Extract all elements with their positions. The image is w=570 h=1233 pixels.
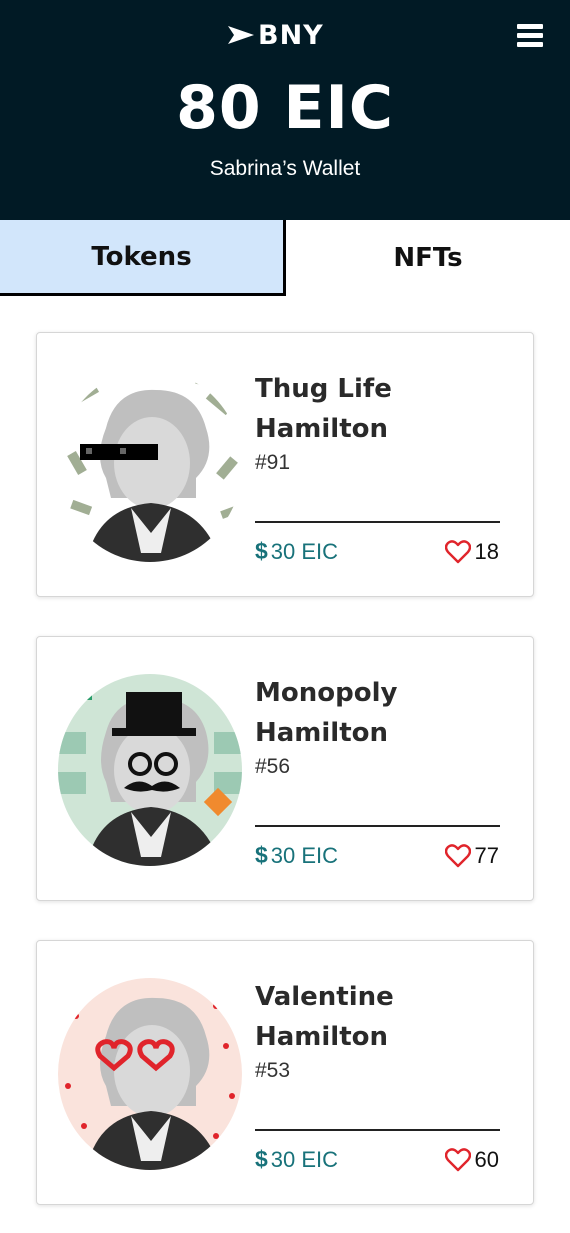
price-value: 30 EIC bbox=[270, 1146, 339, 1172]
nft-name-line2: Hamilton bbox=[255, 718, 389, 748]
nft-id: #53 bbox=[255, 1059, 291, 1082]
dollar-icon: $ bbox=[255, 538, 268, 564]
nft-card[interactable]: Valentine Hamilton #53 $ 30 EIC 60 bbox=[36, 940, 534, 1205]
price-value: 30 EIC bbox=[270, 538, 339, 564]
like-count: 18 bbox=[474, 539, 499, 564]
heart-icon bbox=[444, 844, 471, 868]
nft-id: #56 bbox=[255, 755, 291, 778]
dollar-icon: $ bbox=[255, 1146, 268, 1172]
tab-bar: Tokens NFTs bbox=[0, 220, 570, 296]
wallet-balance: 80 EIC bbox=[176, 73, 394, 143]
nft-thumbnail-thug-life bbox=[58, 370, 242, 562]
nft-id: #91 bbox=[255, 451, 291, 474]
hamburger-menu-icon[interactable] bbox=[517, 24, 545, 52]
like-count: 77 bbox=[474, 843, 499, 868]
like-count: 60 bbox=[474, 1147, 499, 1172]
nft-name-line1: Valentine bbox=[255, 982, 394, 1012]
wallet-name: Sabrina’s Wallet bbox=[209, 157, 361, 180]
app-header: BNY 80 EIC Sabrina’s Wallet bbox=[0, 0, 570, 220]
nft-price: $ 30 EIC bbox=[255, 538, 338, 565]
dollar-icon: $ bbox=[255, 842, 268, 868]
divider bbox=[255, 825, 500, 827]
heart-icon bbox=[444, 1148, 471, 1172]
heart-icon bbox=[444, 540, 471, 564]
like-button[interactable]: 77 bbox=[444, 843, 499, 869]
like-button[interactable]: 60 bbox=[444, 1147, 499, 1173]
nft-card[interactable]: Monopoly Hamilton #56 $ 30 EIC 77 bbox=[36, 636, 534, 901]
nft-name: Monopoly Hamilton bbox=[255, 673, 515, 753]
nft-thumbnail-monopoly bbox=[58, 674, 242, 866]
nft-price: $ 30 EIC bbox=[255, 842, 338, 869]
logo-text: BNY bbox=[258, 19, 324, 51]
arrow-logo-icon bbox=[228, 26, 254, 44]
divider bbox=[255, 1129, 500, 1131]
nft-name-line1: Thug Life bbox=[255, 374, 392, 404]
nft-price: $ 30 EIC bbox=[255, 1146, 338, 1173]
price-value: 30 EIC bbox=[270, 842, 339, 868]
nft-name-line2: Hamilton bbox=[255, 1022, 389, 1052]
tab-nfts[interactable]: NFTs bbox=[286, 220, 570, 296]
tab-tokens[interactable]: Tokens bbox=[0, 220, 286, 296]
bny-logo: BNY bbox=[228, 18, 324, 52]
nft-name-line2: Hamilton bbox=[255, 414, 389, 444]
like-button[interactable]: 18 bbox=[444, 539, 499, 565]
nft-name-line1: Monopoly bbox=[255, 678, 398, 708]
nft-name: Valentine Hamilton bbox=[255, 977, 515, 1057]
divider bbox=[255, 521, 500, 523]
nft-card[interactable]: Thug Life Hamilton #91 $ 30 EIC 18 bbox=[36, 332, 534, 597]
nft-name: Thug Life Hamilton bbox=[255, 369, 515, 449]
nft-thumbnail-valentine bbox=[58, 978, 242, 1170]
